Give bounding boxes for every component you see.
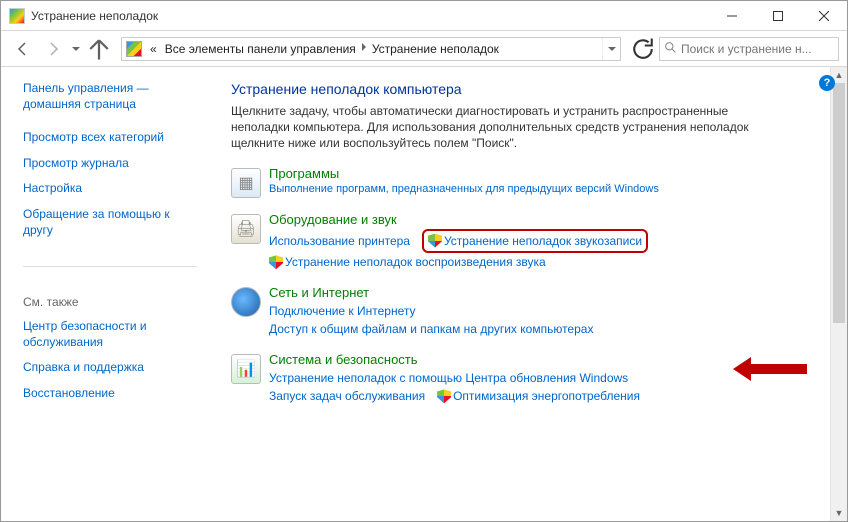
category-link[interactable]: Выполнение программ, предназначенных для… [269, 183, 659, 195]
search-box[interactable] [659, 37, 839, 61]
page-title: Устранение неполадок компьютера [231, 81, 829, 97]
category-heading[interactable]: Программы [269, 166, 829, 181]
system-icon: 📊 [231, 354, 261, 384]
nav-history-dropdown[interactable] [69, 47, 83, 51]
category-link-audio-recording[interactable]: Устранение неполадок звукозаписи [444, 232, 642, 250]
nav-toolbar: « Все элементы панели управления Устране… [1, 31, 847, 67]
network-icon [231, 287, 261, 317]
sidebar-link[interactable]: Обращение за помощью к другу [23, 207, 197, 238]
category-programs: ▦ Программы Выполнение программ, предназ… [231, 166, 829, 198]
search-input[interactable] [681, 42, 834, 56]
shield-icon [269, 255, 283, 269]
maximize-button[interactable] [755, 1, 801, 31]
sidebar-seealso-link[interactable]: Справка и поддержка [23, 360, 197, 376]
highlight-annotation: Устранение неполадок звукозаписи [422, 229, 648, 253]
category-link[interactable]: Устранение неполадок с помощью Центра об… [269, 369, 628, 387]
category-network: Сеть и Интернет Подключение к Интернету … [231, 285, 829, 338]
breadcrumb-prefix: « [146, 42, 161, 56]
sidebar-link[interactable]: Просмотр всех категорий [23, 130, 197, 146]
sidebar-home-link[interactable]: Панель управления — домашняя страница [23, 81, 197, 112]
sidebar: Панель управления — домашняя страница Пр… [1, 67, 207, 521]
control-panel-icon [126, 41, 142, 57]
hardware-icon: 🖨 [231, 214, 261, 244]
category-heading[interactable]: Сеть и Интернет [269, 285, 829, 300]
category-link[interactable]: Оптимизация энергопотребления [453, 389, 640, 403]
annotation-arrow-icon [733, 357, 807, 381]
category-link[interactable]: Запуск задач обслуживания [269, 387, 425, 405]
category-link[interactable]: Доступ к общим файлам и папкам на других… [269, 320, 593, 338]
window-title: Устранение неполадок [31, 9, 158, 23]
address-dropdown-icon[interactable] [602, 38, 620, 60]
close-button[interactable] [801, 1, 847, 31]
page-description: Щелкните задачу, чтобы автоматически диа… [231, 103, 751, 152]
back-button[interactable] [9, 35, 37, 63]
search-icon [664, 41, 677, 57]
main-pane: ? Устранение неполадок компьютера Щелкни… [207, 67, 847, 521]
category-link-audio-playback[interactable]: Устранение неполадок воспроизведения зву… [285, 255, 546, 269]
content-area: Панель управления — домашняя страница Пр… [1, 67, 847, 521]
seealso-heading: См. также [23, 295, 197, 309]
shield-icon [437, 389, 451, 403]
minimize-button[interactable] [709, 1, 755, 31]
breadcrumb-item[interactable]: Все элементы панели управления [161, 42, 360, 56]
category-link[interactable]: Подключение к Интернету [269, 302, 416, 320]
sidebar-link[interactable]: Настройка [23, 181, 197, 197]
category-heading[interactable]: Оборудование и звук [269, 212, 829, 227]
sidebar-seealso-link[interactable]: Центр безопасности и обслуживания [23, 319, 197, 350]
category-hardware: 🖨 Оборудование и звук Использование прин… [231, 212, 829, 271]
breadcrumb-sep-icon[interactable] [360, 43, 368, 54]
programs-icon: ▦ [231, 168, 261, 198]
address-bar[interactable]: « Все элементы панели управления Устране… [121, 37, 621, 61]
breadcrumb-item[interactable]: Устранение неполадок [368, 42, 503, 56]
category-link-printer[interactable]: Использование принтера [269, 232, 410, 250]
forward-button[interactable] [39, 35, 67, 63]
refresh-button[interactable] [629, 37, 657, 61]
app-icon [9, 8, 25, 24]
shield-icon [428, 234, 442, 248]
window-titlebar: Устранение неполадок [1, 1, 847, 31]
sidebar-link[interactable]: Просмотр журнала [23, 156, 197, 172]
up-button[interactable] [85, 35, 113, 63]
sidebar-seealso-link[interactable]: Восстановление [23, 386, 197, 402]
help-icon[interactable]: ? [819, 75, 835, 91]
